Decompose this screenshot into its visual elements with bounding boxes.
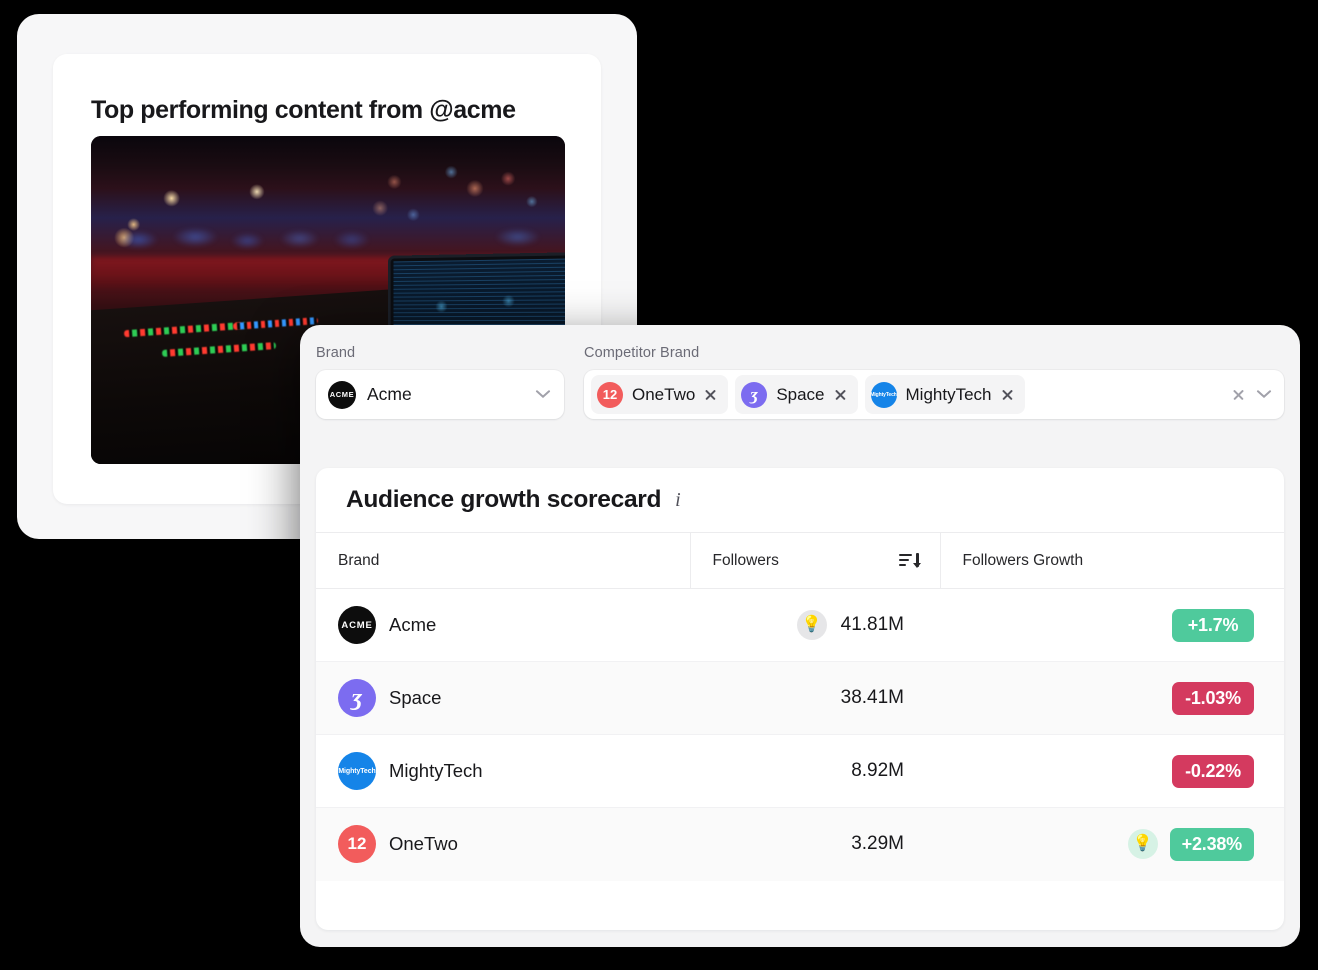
status-badge: -0.22% — [1172, 754, 1254, 788]
column-header-followers[interactable]: Followers — [689, 532, 941, 589]
cell-brand: ACME Acme — [316, 588, 690, 662]
column-header-brand[interactable]: Brand — [316, 532, 690, 589]
competitor-avatar-mightytech: MightyTech — [870, 381, 897, 408]
competitor-avatar-space: ʒ — [741, 381, 768, 408]
chevron-down-icon[interactable] — [1256, 388, 1272, 402]
competitor-chip-label: MightyTech — [905, 384, 992, 404]
cell-followers: 3.29M — [690, 807, 940, 881]
competitor-avatar-text: ʒ — [750, 384, 759, 404]
close-icon[interactable] — [1001, 388, 1014, 401]
analytics-panel: Brand ACME Acme Competitor Brand 12 OneT… — [300, 325, 1300, 947]
column-header-followers-growth-label: Followers Growth — [962, 551, 1084, 569]
brand-filter: Brand ACME Acme — [316, 345, 564, 419]
status-badge: +1.7% — [1172, 608, 1254, 642]
competitor-chip-label: OneTwo — [632, 384, 696, 404]
brand-avatar-acme: ACME — [328, 380, 356, 409]
row-avatar-mightytech: MightyTech — [338, 752, 376, 790]
row-followers-value: 41.81M — [840, 614, 904, 635]
scorecard-header: Audience growth scorecard i — [316, 468, 1284, 532]
row-brand-name: MightyTech — [389, 760, 483, 781]
row-avatar-text: ACME — [341, 619, 373, 631]
row-avatar-space: ʒ — [338, 679, 376, 717]
competitor-chip-list: 12 OneTwo ʒ Space MightyTech MightyTech — [591, 375, 1025, 414]
table-row[interactable]: ʒ Space 38.41M -1.03% — [316, 661, 1284, 735]
column-header-brand-label: Brand — [338, 551, 380, 569]
top-content-title: Top performing content from @acme — [91, 96, 516, 124]
competitor-select[interactable]: 12 OneTwo ʒ Space MightyTech MightyTech — [584, 370, 1284, 419]
table-row[interactable]: MightyTech MightyTech 8.92M -0.22% — [316, 734, 1284, 808]
cell-followers: 38.41M — [690, 661, 940, 735]
cell-followers-growth: 💡 +2.38% — [940, 807, 1284, 881]
close-icon[interactable] — [834, 388, 847, 401]
scorecard-table: Brand Followers Followers Growth ACME Ac… — [316, 532, 1284, 881]
lightbulb-icon[interactable]: 💡 — [796, 610, 827, 640]
status-badge: +2.38% — [1169, 827, 1254, 861]
clear-all-icon[interactable] — [1232, 388, 1245, 401]
brand-select[interactable]: ACME Acme — [316, 370, 564, 419]
filter-bar: Brand ACME Acme Competitor Brand 12 OneT… — [300, 325, 1300, 450]
column-header-followers-label: Followers — [712, 551, 779, 569]
row-avatar-acme: ACME — [338, 606, 376, 644]
competitor-chip-space[interactable]: ʒ Space — [735, 375, 858, 414]
competitor-avatar-text: MightyTech — [870, 391, 897, 398]
cell-followers: 8.92M — [690, 734, 940, 808]
competitor-select-actions — [1232, 388, 1272, 402]
competitor-filter: Competitor Brand 12 OneTwo ʒ Space Might… — [584, 345, 1284, 419]
column-header-followers-growth[interactable]: Followers Growth — [940, 532, 1284, 589]
table-header-row: Brand Followers Followers Growth — [316, 532, 1284, 589]
lightbulb-icon[interactable]: 💡 — [1127, 829, 1158, 860]
row-brand-name: OneTwo — [389, 833, 458, 855]
chevron-down-icon[interactable] — [535, 388, 551, 402]
row-brand-name: Space — [389, 687, 442, 708]
row-followers-value: 38.41M — [840, 687, 904, 708]
row-followers-value: 3.29M — [851, 833, 904, 855]
competitor-chip-label: Space — [776, 384, 825, 404]
info-icon[interactable]: i — [675, 490, 681, 510]
cell-followers-growth: -1.03% — [940, 661, 1284, 735]
row-avatar-text: 12 — [347, 834, 367, 854]
competitor-chip-mightytech[interactable]: MightyTech MightyTech — [864, 375, 1025, 414]
cell-followers-growth: -0.22% — [940, 734, 1284, 808]
row-avatar-onetwo: 12 — [338, 825, 376, 864]
cell-brand: 12 OneTwo — [316, 807, 690, 881]
sort-descending-icon[interactable] — [898, 552, 922, 569]
row-brand-name: Acme — [389, 614, 437, 635]
competitor-avatar-text: 12 — [602, 387, 618, 402]
close-icon[interactable] — [704, 388, 717, 401]
row-avatar-text: MightyTech — [338, 767, 376, 775]
row-followers-value: 8.92M — [851, 760, 904, 781]
cell-followers: 💡 41.81M — [690, 588, 940, 662]
table-row[interactable]: ACME Acme 💡 41.81M +1.7% — [316, 588, 1284, 662]
competitor-filter-label: Competitor Brand — [584, 345, 700, 361]
cell-brand: MightyTech MightyTech — [316, 734, 690, 808]
row-avatar-text: ʒ — [351, 684, 363, 711]
brand-avatar-text: ACME — [329, 390, 355, 399]
table-row[interactable]: 12 OneTwo 3.29M 💡 +2.38% — [316, 807, 1284, 881]
brand-filter-label: Brand — [316, 345, 356, 361]
cell-brand: ʒ Space — [316, 661, 690, 735]
screenshot-stage: Top performing content from @acme Brand … — [0, 0, 1318, 970]
status-badge: -1.03% — [1172, 681, 1254, 715]
audience-growth-scorecard: Audience growth scorecard i Brand Follow… — [316, 468, 1284, 930]
competitor-avatar-onetwo: 12 — [597, 381, 623, 408]
cell-followers-growth: +1.7% — [940, 588, 1284, 662]
competitor-chip-onetwo[interactable]: 12 OneTwo — [591, 375, 729, 414]
scorecard-title: Audience growth scorecard — [346, 486, 662, 513]
brand-select-value: Acme — [367, 384, 412, 404]
